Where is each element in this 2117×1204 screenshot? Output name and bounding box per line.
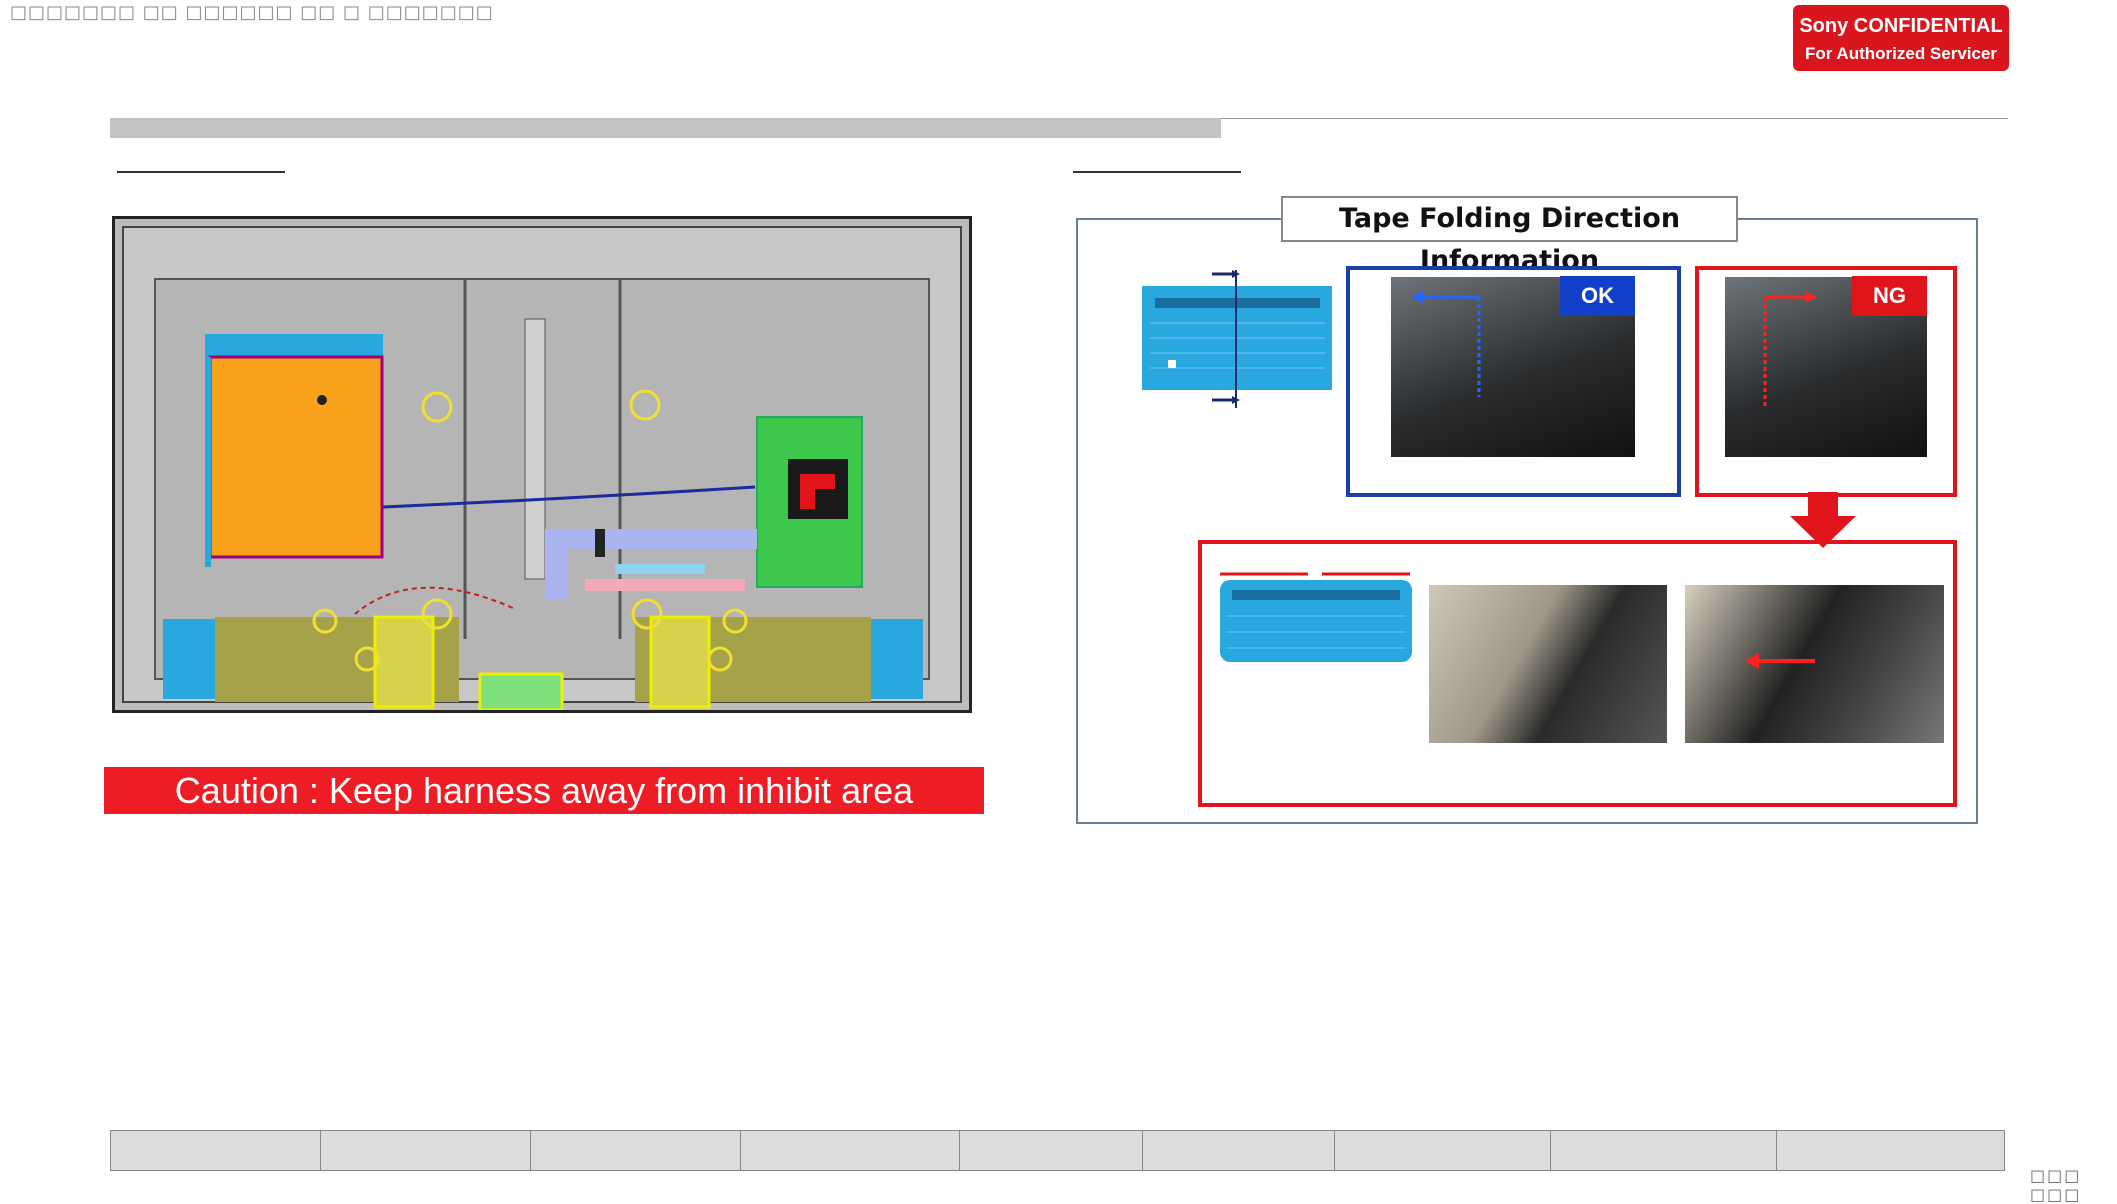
footer-cell [319, 1130, 531, 1171]
left-subtitle-underline [117, 171, 285, 173]
footer-table [110, 1130, 2005, 1171]
footer-cell [739, 1130, 961, 1171]
header-title: □□□□□□□ □□ □□□□□□ □□ □ □□□□□□□ [10, 2, 494, 23]
footer-cell [959, 1130, 1143, 1171]
folded-tape-diagram [1216, 566, 1416, 676]
ok-label: OK [1560, 276, 1635, 316]
tape-part-drawing [1142, 270, 1332, 408]
fold-photo-1 [1429, 585, 1667, 743]
footer-cell [1776, 1130, 2005, 1171]
header-progress-bar [110, 118, 1221, 138]
page-number: □□□ □□□ [2030, 1166, 2082, 1204]
footer-cell [1141, 1130, 1335, 1171]
fold-photo-2-marks [1745, 653, 1815, 669]
badge-line-2: For Authorized Servicer [1804, 44, 1998, 63]
folded-tape-drawing [1220, 572, 1412, 662]
footer-cell [110, 1130, 321, 1171]
ng-label: NG [1852, 276, 1927, 316]
tv-rear-diagram [112, 216, 972, 713]
caution-banner: Caution : Keep harness away from inhibit… [104, 767, 984, 814]
fold-photo-2 [1685, 585, 1944, 743]
confidential-badge: Sony CONFIDENTIAL For Authorized Service… [1793, 5, 2009, 71]
tape-part-diagram [1140, 268, 1335, 421]
tape-folding-title: Tape Folding Direction Information [1281, 196, 1738, 276]
footer-cell [529, 1130, 741, 1171]
badge-line-1: Sony CONFIDENTIAL [1799, 15, 2003, 37]
tv-rear-drawing [122, 226, 962, 712]
right-subtitle-underline [1073, 171, 1241, 173]
footer-cell [1333, 1130, 1551, 1171]
footer-cell [1549, 1130, 1778, 1171]
